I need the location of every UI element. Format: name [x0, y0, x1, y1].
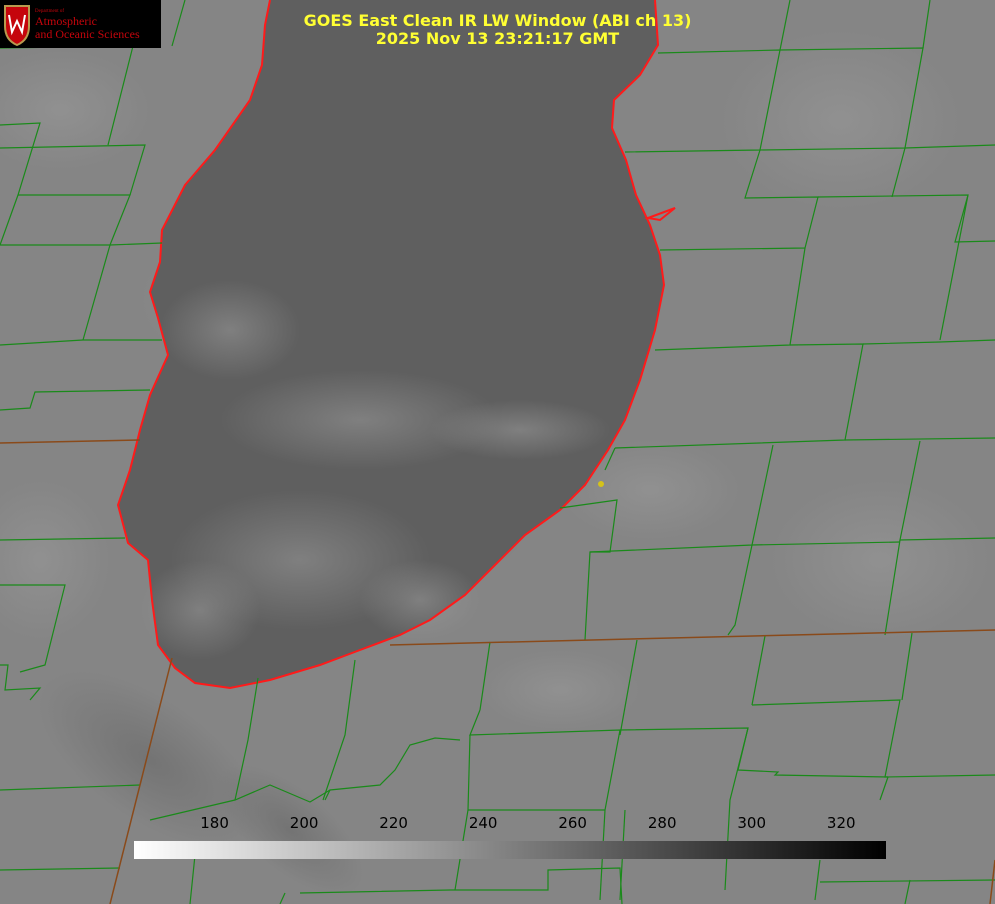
- colorbar-tick-label: 320: [826, 814, 856, 832]
- uw-crest-icon: [4, 5, 30, 46]
- colorbar-tick-label: 220: [379, 814, 408, 832]
- ir-map: [0, 0, 995, 904]
- colorbar-tick-label: 180: [200, 814, 229, 832]
- colorbar-tick-label: 300: [737, 814, 767, 832]
- colorbar-tick-label: 200: [289, 814, 319, 832]
- logo-name-line-2: and Oceanic Sciences: [35, 27, 140, 41]
- colorbar-tick-label: 260: [558, 814, 587, 832]
- location-marker: [598, 481, 604, 487]
- colorbar-tick-label: 240: [468, 814, 498, 832]
- colorbar-tick-label: 280: [647, 814, 677, 832]
- satellite-image-viewer: GOES East Clean IR LW Window (ABI ch 13)…: [0, 0, 995, 904]
- department-logo: Department of Atmospheric and Oceanic Sc…: [0, 0, 161, 48]
- temperature-colorbar: [134, 841, 886, 859]
